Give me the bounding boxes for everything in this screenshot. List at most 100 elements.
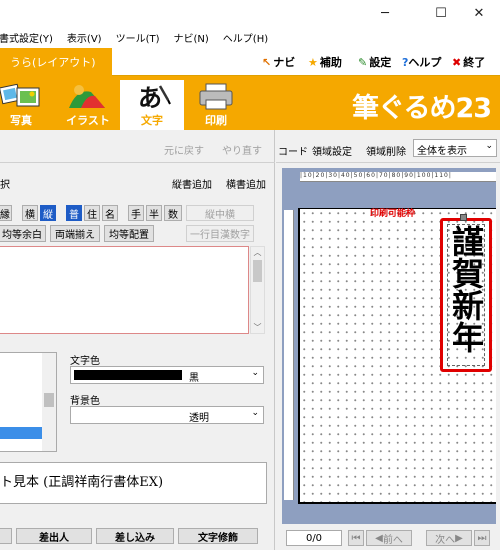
text-color-label: 文字色 <box>70 356 100 367</box>
arrow-right-icon: ▶ <box>455 532 463 544</box>
prev-label: 前へ <box>382 534 403 546</box>
justify-button[interactable]: 両端揃え <box>50 225 100 242</box>
photo-icon <box>0 83 40 107</box>
greeting-char: 賀 <box>451 255 484 293</box>
divider <box>276 162 500 163</box>
scroll-thumb[interactable] <box>253 260 262 282</box>
help-link[interactable]: ? ヘルプ <box>402 50 441 74</box>
text-scrollbar[interactable]: ︿ ﹀ <box>250 246 265 334</box>
left-panel: 元に戻す やり直す 択 縦書追加 横書追加 縁 横 縦 普 住 名 手 半 数 … <box>0 130 275 550</box>
wrench-icon: ✎ <box>358 55 368 69</box>
even-distribute-button[interactable]: 均等配置 <box>104 225 154 242</box>
divider <box>0 162 275 163</box>
half-button[interactable]: 半 <box>146 205 162 221</box>
menu-format[interactable]: 書式設定(Y) <box>0 30 60 45</box>
menu-view[interactable]: 表示(V) <box>60 30 109 45</box>
close-button[interactable]: ✕ <box>456 0 500 26</box>
text-decoration-button[interactable]: 文字修飾 <box>178 528 258 544</box>
tab-layout[interactable]: うら(レイアウト) <box>0 48 112 76</box>
address-button[interactable]: 住 <box>84 205 100 221</box>
undo-button[interactable]: 元に戻す <box>160 139 208 159</box>
tab-print[interactable]: 印刷 <box>190 80 242 130</box>
horizontal-button[interactable]: 横 <box>22 205 38 221</box>
next-button[interactable]: 次へ ▶ <box>426 530 472 546</box>
svg-text:あ: あ <box>138 83 162 112</box>
hand-button[interactable]: 手 <box>128 205 144 221</box>
tab-text-label: 文字 <box>141 114 163 127</box>
chevron-down-icon: ⌄ <box>251 368 259 378</box>
text-color-value: 黒 <box>189 373 199 384</box>
prev-button[interactable]: ◀ 前へ <box>366 530 412 546</box>
bg-color-label: 背景色 <box>70 396 100 407</box>
number-button[interactable]: 数 <box>164 205 182 221</box>
hojo-label: 補助 <box>319 56 342 69</box>
normal-button[interactable]: 普 <box>66 205 82 221</box>
scroll-down-icon: ﹀ <box>253 323 262 332</box>
name-button[interactable]: 名 <box>102 205 118 221</box>
border-button[interactable]: 縁 <box>0 205 12 221</box>
horizontal-add-button[interactable]: 横書追加 <box>226 176 266 191</box>
chevron-down-icon: ⌄ <box>485 141 493 151</box>
color-swatch-black <box>74 370 182 380</box>
navi-link[interactable]: ↖ ナビ <box>262 50 295 74</box>
menu-bar: 書式設定(Y) 表示(V) ツール(T) ナビ(N) ヘルプ(H) <box>0 26 500 48</box>
bg-color-select[interactable]: 透明 ⌄ <box>70 406 264 424</box>
font-list-selected-row[interactable] <box>0 427 42 439</box>
vertical-add-button[interactable]: 縦書追加 <box>172 176 212 191</box>
greeting-char: 新 <box>451 287 484 325</box>
sender-button[interactable]: 差出人 <box>16 528 92 544</box>
scroll-up-icon: ︿ <box>253 248 262 257</box>
menu-tools[interactable]: ツール(T) <box>109 30 167 45</box>
tab-print-label: 印刷 <box>205 114 227 127</box>
exit-link[interactable]: ✖ 終了 <box>452 50 485 74</box>
print-area-label: 印刷可能枠 <box>370 209 416 219</box>
select-label: 択 <box>0 180 10 191</box>
resize-handle[interactable] <box>460 214 467 221</box>
settei-link[interactable]: ✎ 設定 <box>358 50 391 74</box>
printer-icon <box>199 83 233 110</box>
help-label: ヘルプ <box>408 56 442 69</box>
menu-navi[interactable]: ナビ(N) <box>167 30 216 45</box>
font-list[interactable] <box>0 352 57 452</box>
last-page-button[interactable]: ⏭ <box>474 530 490 546</box>
next-label: 次へ <box>435 534 456 546</box>
vertical-ruler <box>284 210 294 500</box>
page-counter: 0/0 <box>286 530 342 546</box>
greeting-char: 謹 <box>451 223 484 261</box>
tab-illustration-label: イラスト <box>66 114 110 127</box>
kanji-number-button[interactable]: 一行目漢数字 <box>186 225 254 242</box>
redo-button[interactable]: やり直す <box>218 139 266 159</box>
vertical-button[interactable]: 縦 <box>40 205 56 221</box>
horizontal-ruler: |10|20|30|40|50|60|70|80|90|100|110| <box>300 172 496 182</box>
tab-illustration[interactable]: イラスト <box>60 80 116 130</box>
vertical-middle-button[interactable]: 縦中横 <box>186 205 254 221</box>
bg-color-value: 透明 <box>189 413 209 424</box>
tab-photo[interactable]: 写真 <box>0 80 46 130</box>
view-select[interactable]: 全体を表示 ⌄ <box>413 139 497 157</box>
record-button[interactable]: コード <box>278 143 308 158</box>
exit-label: 終了 <box>463 56 486 69</box>
tab-text[interactable]: あ 文字 <box>120 80 184 130</box>
text-icon: あ <box>138 83 171 112</box>
insert-button[interactable]: 差し込み <box>96 528 174 544</box>
area-settings-button[interactable]: 領域設定 <box>312 143 352 158</box>
area-delete-button[interactable]: 領域削除 <box>366 143 406 158</box>
arrow-icon: ↖ <box>262 55 272 69</box>
bottom-button-cut[interactable] <box>0 528 12 544</box>
font-sample-text: ト見本 (正調祥南行書体EX) <box>0 475 164 490</box>
text-color-select[interactable]: 黒 ⌄ <box>70 366 264 384</box>
greeting-text: 謹 賀 新 年 <box>450 226 486 354</box>
arrow-left-icon: ◀ <box>375 532 383 544</box>
app-logo: 筆ぐるめ23 <box>352 93 492 124</box>
title-bar: ─ ☐ ✕ <box>0 0 500 26</box>
font-list-scroll-thumb[interactable] <box>44 393 54 407</box>
text-input-area[interactable] <box>0 246 249 334</box>
menu-help[interactable]: ヘルプ(H) <box>216 30 275 45</box>
font-list-scrollbar[interactable] <box>42 353 56 451</box>
minimize-button[interactable]: ─ <box>362 0 408 26</box>
first-page-button[interactable]: ⏮ <box>348 530 364 546</box>
illustration-icon <box>69 85 105 108</box>
even-margin-button[interactable]: 均等余白 <box>0 225 46 242</box>
hojo-link[interactable]: ★ 補助 <box>308 50 342 74</box>
star-icon: ★ <box>308 55 318 69</box>
